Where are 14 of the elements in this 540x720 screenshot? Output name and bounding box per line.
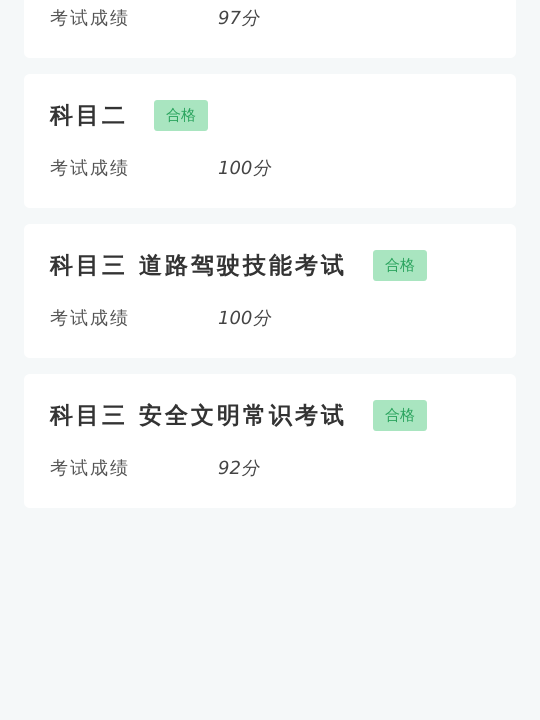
score-value: 97分	[218, 7, 259, 30]
score-label: 考试成绩	[50, 157, 131, 180]
score-value: 100分	[218, 157, 270, 180]
subject-title: 科目二	[50, 102, 128, 130]
score-label: 考试成绩	[50, 457, 131, 480]
score-value: 100分	[218, 307, 270, 330]
status-badge: 合格	[154, 100, 208, 130]
status-badge: 合格	[373, 400, 428, 430]
subject-title: 科目三 安全文明常识考试	[50, 402, 348, 430]
subject-title: 科目三 道路驾驶技能考试	[50, 252, 348, 280]
score-label: 考试成绩	[50, 307, 131, 330]
score-value: 92分	[218, 457, 259, 480]
score-label: 考试成绩	[50, 7, 131, 30]
status-badge: 合格	[373, 250, 428, 280]
